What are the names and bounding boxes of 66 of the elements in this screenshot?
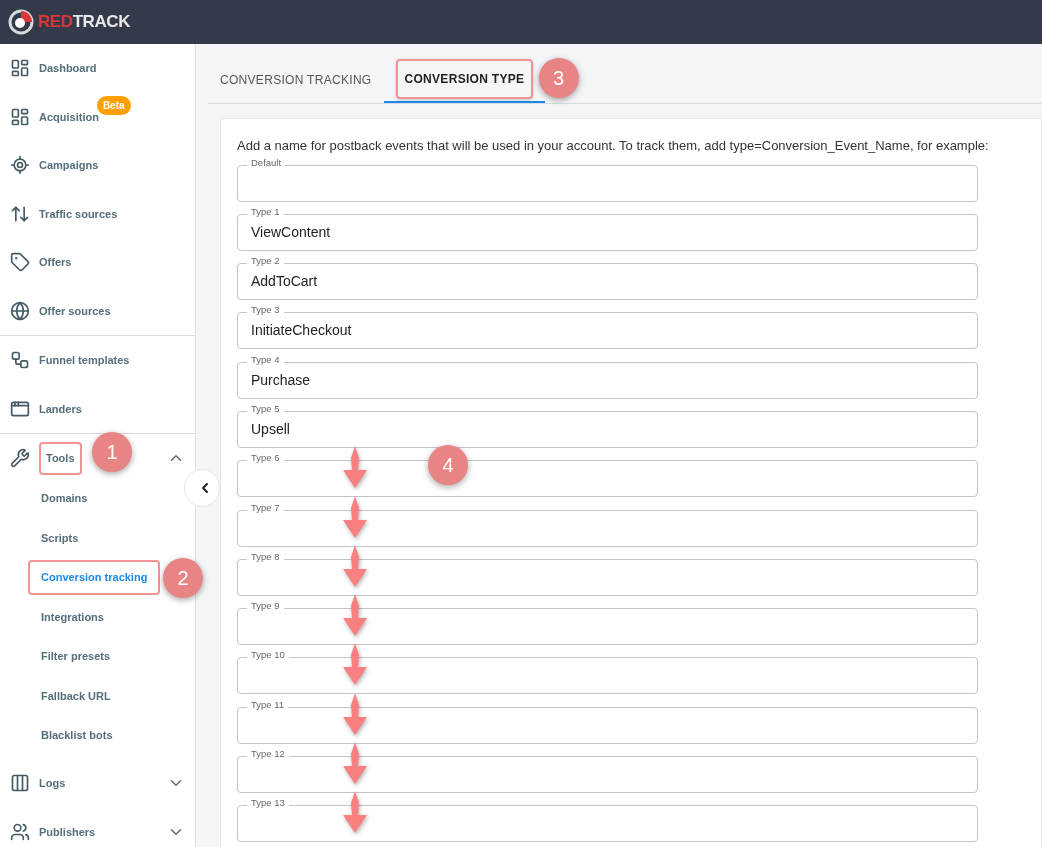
sidebar-item[interactable]: Publishers [39, 823, 96, 840]
intro-text: Add a name for postback events that will be used in your account. To track them, add type=Conversion_Event_Name, for example: [237, 137, 990, 155]
sidebar-subitem[interactable]: Fallback URL [41, 687, 111, 704]
field-value: Upsell [251, 420, 290, 439]
field-value: AddToCart [251, 272, 318, 292]
sidebar-item[interactable]: Funnel templates [39, 352, 130, 369]
sidebar-subitem[interactable]: Domains [41, 490, 88, 507]
down-arrow-icon [343, 446, 367, 489]
sidebar-subitem[interactable]: Scripts [41, 529, 79, 546]
field-value: ViewContent [251, 222, 331, 242]
field-value: Purchase [251, 370, 311, 390]
sidebar-subitem[interactable]: Filter presets [41, 648, 111, 665]
callout-number: 4 [428, 445, 468, 486]
sidebar-item[interactable]: Campaigns [39, 157, 99, 174]
people-icon [10, 821, 30, 842]
callout-number: 1 [92, 432, 132, 472]
callout-number: 2 [163, 557, 203, 598]
field-label: Type 8 [247, 551, 284, 562]
dashboard-icon [10, 58, 30, 79]
field-label: Type 11 [247, 699, 289, 710]
sidebar-item[interactable]: Offers [39, 254, 72, 271]
logo-text: REDTRACK [38, 11, 130, 34]
tab[interactable]: CONVERSION TRACKING [220, 70, 372, 89]
field-label: Type 1 [247, 206, 284, 217]
field-label: Type 5 [247, 404, 284, 414]
field-label: Type 7 [247, 502, 284, 513]
field-label: Type 13 [247, 798, 289, 808]
tab[interactable]: CONVERSION TYPE [395, 58, 534, 99]
field-value: InitiateCheckout [251, 321, 352, 341]
sidebar-subitem[interactable]: Conversion tracking [28, 560, 161, 595]
sidebar-item[interactable]: Acquisition [39, 108, 99, 125]
down-arrow-icon [343, 742, 367, 785]
sidebar-item[interactable]: Offer sources [39, 302, 111, 319]
crosshair-icon [10, 155, 30, 176]
sidebar-item[interactable]: Landers [39, 400, 82, 417]
down-arrow-icon [343, 594, 367, 637]
field-label: Type 12 [247, 749, 289, 759]
field-label: Type 6 [247, 453, 284, 463]
down-arrow-icon [343, 643, 367, 686]
table-icon [10, 773, 30, 794]
logo-icon [8, 9, 34, 35]
field-label: Type 4 [247, 354, 284, 365]
down-arrow-icon [343, 791, 367, 834]
tag-icon [10, 252, 30, 273]
collapse-button[interactable] [184, 469, 220, 507]
sidebar-item[interactable]: Tools [39, 442, 82, 475]
field-label: Type 10 [247, 650, 289, 660]
sidebar-item[interactable]: Dashboard [39, 60, 97, 77]
field-label: Default [247, 157, 286, 167]
beta-badge: Beta [96, 96, 131, 116]
sidebar-item[interactable]: Logs [39, 775, 66, 792]
sidebar-item[interactable]: Traffic sources [39, 205, 118, 222]
flow-icon [10, 350, 30, 371]
down-arrow-icon [343, 544, 367, 587]
sidebar-subitem[interactable]: Blacklist bots [41, 727, 113, 744]
input-field[interactable] [237, 164, 978, 202]
sidebar-subitem[interactable]: Integrations [41, 608, 104, 625]
globe-icon [10, 300, 30, 321]
down-arrow-icon [343, 495, 367, 538]
field-label: Type 9 [247, 601, 284, 611]
down-arrow-icon [343, 692, 367, 735]
dashboard-icon [10, 106, 30, 127]
wrench-icon [10, 448, 30, 469]
field-label: Type 3 [247, 305, 284, 315]
field-label: Type 2 [247, 256, 284, 266]
callout-number: 3 [538, 58, 579, 98]
